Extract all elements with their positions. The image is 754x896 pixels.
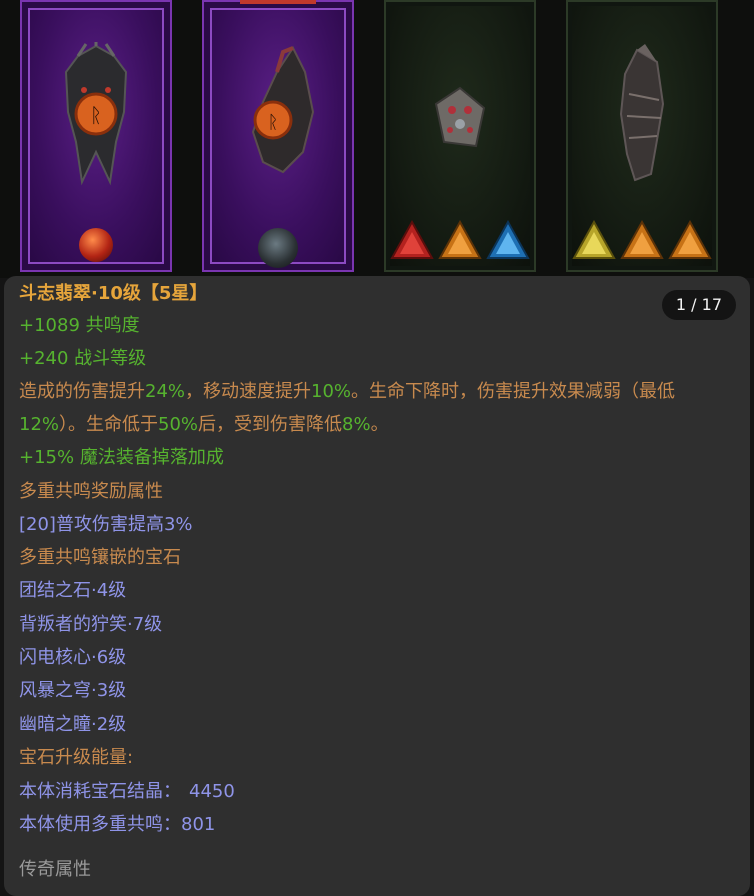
red-triangle-gem-icon xyxy=(390,220,434,259)
effect-description-line2: 12%）。生命低于50%后，受到伤害降低8%。 xyxy=(19,414,389,435)
dark-helmet-with-rune-icon: ᚱ xyxy=(64,42,128,186)
gem-energy-resonance-value: 801 xyxy=(181,814,216,835)
gem-item: 背叛者的狞笑·7级 xyxy=(19,614,163,635)
item-star: 【5星】 xyxy=(140,283,208,304)
stat-combat-level-value: 240 xyxy=(34,348,69,369)
equipment-strip: ᚱ ᚱ xyxy=(0,0,754,278)
equipment-slot-helmet[interactable]: ᚱ xyxy=(20,0,172,272)
gem-socket-row xyxy=(568,220,716,260)
yellow-triangle-gem-icon xyxy=(572,220,616,259)
square-jewel-icon xyxy=(434,86,486,148)
stat-magic-find: +15% 魔法装备掉落加成 xyxy=(19,447,224,468)
item-tooltip-panel: 1 / 17 斗志翡翠·10级【5星】 +1089 共鸣度 +240 战斗等级 … xyxy=(4,276,750,896)
stat-combat-level: +240 战斗等级 xyxy=(19,348,147,369)
svg-text:ᚱ: ᚱ xyxy=(90,103,102,127)
gauntlet-icon xyxy=(619,44,665,182)
gem-item: 团结之石·4级 xyxy=(19,580,127,601)
blue-triangle-gem-icon xyxy=(486,220,530,259)
item-title: 斗志翡翠·10级【5星】 xyxy=(19,282,207,306)
gem-energy-crystal: 本体消耗宝石结晶： 4450 xyxy=(19,781,235,802)
item-name: 斗志翡翠·10级 xyxy=(19,283,141,304)
gem-item: 风暴之穹·3级 xyxy=(19,680,127,701)
effect-description-line1: 造成的伤害提升24%，移动速度提升10%。生命下降时，伤害提升效果减弱（最低 xyxy=(19,381,676,402)
gem-item: 闪电核心·6级 xyxy=(19,647,127,668)
page-indicator[interactable]: 1 / 17 xyxy=(661,290,736,320)
gem-item: 幽暗之瞳·2级 xyxy=(19,714,127,735)
gem-energy-crystal-value: 4450 xyxy=(189,781,235,802)
stat-resonance: +1089 共鸣度 xyxy=(19,315,140,336)
equipment-slot-shoulder[interactable]: ᚱ xyxy=(202,0,354,272)
orange-triangle-gem-icon xyxy=(438,220,482,259)
gem-energy-resonance: 本体使用多重共鸣：801 xyxy=(19,814,216,835)
orange-triangle-gem-icon xyxy=(620,220,664,259)
selected-marker xyxy=(240,0,316,4)
red-orb-gem-icon xyxy=(79,228,113,262)
stat-resonance-value: 1089 xyxy=(34,315,80,336)
dark-pauldron-with-rune-icon: ᚱ xyxy=(251,46,315,174)
gem-energy-header: 宝石升级能量: xyxy=(19,747,134,768)
legendary-attributes-header: 传奇属性 xyxy=(19,859,91,880)
gem-socket-row xyxy=(386,220,534,260)
resonance-bonus-value: [20]普攻伤害提高3% xyxy=(19,514,193,535)
dark-orb-gem-icon xyxy=(258,228,298,268)
orange-triangle-gem-icon xyxy=(668,220,712,259)
svg-text:ᚱ: ᚱ xyxy=(268,112,279,133)
equipment-slot-gauntlet[interactable] xyxy=(566,0,718,272)
socketed-gems-header: 多重共鸣镶嵌的宝石 xyxy=(19,547,181,568)
resonance-bonus-header: 多重共鸣奖励属性 xyxy=(19,481,163,502)
equipment-slot-jewel[interactable] xyxy=(384,0,536,272)
